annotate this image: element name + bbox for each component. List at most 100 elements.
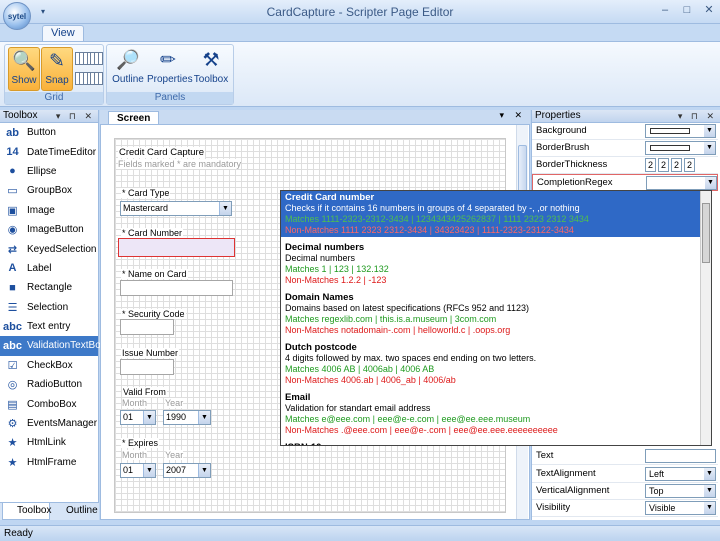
valid-month-select[interactable]: 01 ▼: [120, 410, 156, 425]
grid-cell-icon[interactable]: [90, 72, 103, 85]
scrollbar-thumb[interactable]: [702, 203, 710, 263]
regex-option[interactable]: ISBN-10Validates the format of an ISBN n…: [281, 441, 711, 445]
expires-month-select[interactable]: 01 ▼: [120, 463, 156, 478]
issue-number-label[interactable]: Issue Number: [121, 348, 180, 358]
regex-option-nonmatches: Non-Matches notadomain-.com | helloworld…: [285, 325, 511, 335]
regex-dropdown-list[interactable]: Credit Card number Checks if it contains …: [280, 190, 712, 446]
toolbox-item-imagebutton[interactable]: ◉ ImageButton: [0, 220, 98, 239]
show-grid-button[interactable]: 🔍 Show: [8, 47, 40, 91]
chevron-down-icon: ▼: [704, 502, 715, 514]
regex-option[interactable]: Email Validation for standart email addre…: [281, 391, 711, 437]
toolbox-panel-button[interactable]: ⚒ Toolbox: [193, 47, 229, 91]
regex-option-nonmatches: Non-Matches 1.2.2 | -123: [285, 275, 387, 285]
snap-grid-label: Snap: [45, 75, 69, 86]
toolbox-item-htmllink[interactable]: ★ HtmlLink: [0, 433, 98, 452]
properties-title: Properties: [535, 110, 581, 121]
text-entry-icon: abc: [3, 320, 22, 333]
toolbox-item-groupbox[interactable]: ▭ GroupBox: [0, 181, 98, 200]
snap-grid-button[interactable]: ✎ Snap: [41, 47, 73, 91]
background-brush-picker[interactable]: ▼: [645, 124, 716, 138]
toolbox-list: ab Button 14 DateTimeEditor ● Ellipse ▭ GroupBo…: [0, 123, 106, 472]
grid-fine-icon[interactable]: [90, 52, 103, 65]
tab-view[interactable]: View: [42, 25, 84, 41]
name-on-card-label[interactable]: * Name on Card: [121, 269, 188, 279]
grid-small-icon[interactable]: [75, 52, 91, 65]
toolbox-item-text-entry[interactable]: abc Text entry: [0, 317, 98, 336]
regex-option-matches: Matches regexlib.com | this.is.a.museum …: [285, 314, 497, 324]
regex-option[interactable]: Dutch postcode 4 digits followed by max. …: [281, 341, 711, 387]
toolbox-item-keyedselection[interactable]: ⇄ KeyedSelection: [0, 239, 98, 258]
visibility-select[interactable]: Visible ▼: [645, 501, 716, 515]
chevron-down-icon: ▼: [704, 125, 715, 137]
regex-option-title: Credit Card number: [285, 192, 375, 203]
close-button[interactable]: ✕: [702, 3, 716, 17]
security-code-input[interactable]: [120, 319, 174, 335]
minimize-button[interactable]: –: [658, 3, 672, 17]
card-type-select[interactable]: Mastercard ▼: [120, 201, 232, 216]
completion-regex-dropdown[interactable]: ▼: [646, 176, 717, 190]
form-subtitle[interactable]: Fields marked * are mandatory: [118, 159, 242, 169]
thickness-top-input[interactable]: 2: [658, 158, 669, 172]
valid-from-label[interactable]: Valid From: [122, 387, 167, 397]
toolbox-item-label: ValidationTextBox: [27, 340, 106, 352]
valid-year-caption: Year: [165, 398, 184, 408]
toolbox-item-validationtextbox[interactable]: abc ValidationTextBox: [0, 336, 106, 356]
vertical-alignment-select[interactable]: Top ▼: [645, 484, 716, 498]
card-type-label[interactable]: * Card Type: [121, 188, 171, 198]
regex-option[interactable]: Credit Card number Checks if it contains …: [281, 191, 711, 237]
toolbox-item-radiobutton[interactable]: ◎ RadioButton: [0, 375, 98, 394]
chevron-down-icon: ▼: [219, 202, 231, 215]
text-value-input[interactable]: [645, 449, 716, 463]
regex-option-title: Domain Names: [285, 292, 354, 303]
toolbox-item-datetimeeditor[interactable]: 14 DateTimeEditor: [0, 142, 98, 161]
toolbox-item-ellipse[interactable]: ● Ellipse: [0, 162, 98, 181]
thickness-bottom-input[interactable]: 2: [684, 158, 695, 172]
tab-toolbox[interactable]: Toolbox: [2, 503, 51, 520]
name-on-card-input[interactable]: [120, 280, 233, 296]
toolbox-header-controls[interactable]: ▾ ⊓ ✕: [56, 110, 95, 122]
grid-large-icon[interactable]: [75, 72, 91, 85]
border-brush-picker[interactable]: ▼: [645, 141, 716, 155]
text-alignment-select[interactable]: Left ▼: [645, 467, 716, 481]
toolbox-item-eventsmanager[interactable]: ⚙ EventsManager: [0, 414, 98, 433]
toolbox-item-label: Rectangle: [27, 282, 73, 294]
toolbox-item-selection[interactable]: ☰ Selection: [0, 298, 98, 317]
properties-header-controls[interactable]: ▾ ⊓ ✕: [678, 110, 717, 122]
regex-option[interactable]: Decimal numbers Decimal numbers Matches 1 …: [281, 241, 711, 287]
prop-row-background: Background ▼: [532, 123, 718, 140]
tab-screen[interactable]: Screen: [108, 111, 160, 125]
regex-option-nonmatches: Non-Matches .@eee.com | eee@e-.com | eee…: [285, 425, 558, 435]
prop-row-text: Text: [532, 448, 718, 465]
tab-outline[interactable]: Outline: [52, 503, 98, 520]
form-title[interactable]: Credit Card Capture: [118, 147, 206, 158]
document-tab-controls[interactable]: ▾ ✕: [499, 110, 526, 121]
htmlframe-icon: ★: [7, 456, 18, 469]
toolbox-item-label: ImageButton: [27, 224, 84, 236]
outline-panel-button[interactable]: 🔎 Outline: [111, 47, 145, 91]
app-menu-orb[interactable]: sytel: [3, 2, 31, 30]
toolbox-item-combobox[interactable]: ▤ ComboBox: [0, 394, 98, 413]
thickness-right-input[interactable]: 2: [671, 158, 682, 172]
toolbox-item-button[interactable]: ab Button: [0, 123, 98, 142]
toolbox-item-checkbox[interactable]: ☑ CheckBox: [0, 356, 98, 375]
toolbox-item-label[interactable]: A Label: [0, 259, 98, 278]
toolbox-item-htmlframe[interactable]: ★ HtmlFrame: [0, 453, 98, 472]
toolbox-item-rectangle[interactable]: ■ Rectangle: [0, 278, 98, 297]
expires-year-select[interactable]: 2007 ▼: [163, 463, 211, 478]
regex-option-description: 4 digits followed by max. two spaces end…: [285, 353, 537, 363]
toolbox-item-image[interactable]: ▣ Image: [0, 201, 98, 220]
regex-list-scrollbar[interactable]: [700, 191, 711, 445]
card-number-input[interactable]: [118, 238, 235, 257]
chevron-down-icon: ▼: [198, 411, 210, 424]
security-code-label[interactable]: * Security Code: [121, 309, 186, 319]
card-number-label[interactable]: * Card Number: [121, 228, 184, 238]
valid-year-select[interactable]: 1990 ▼: [163, 410, 211, 425]
expires-label[interactable]: * Expires: [121, 438, 160, 448]
properties-panel-button[interactable]: ✏ Properties: [147, 47, 193, 91]
checkbox-icon: ☑: [7, 359, 18, 372]
regex-option[interactable]: Domain Names Domains based on latest spec…: [281, 291, 711, 337]
maximize-button[interactable]: □: [680, 3, 694, 17]
issue-number-input[interactable]: [120, 359, 174, 375]
prop-name-background: Background: [536, 125, 587, 136]
thickness-left-input[interactable]: 2: [645, 158, 656, 172]
